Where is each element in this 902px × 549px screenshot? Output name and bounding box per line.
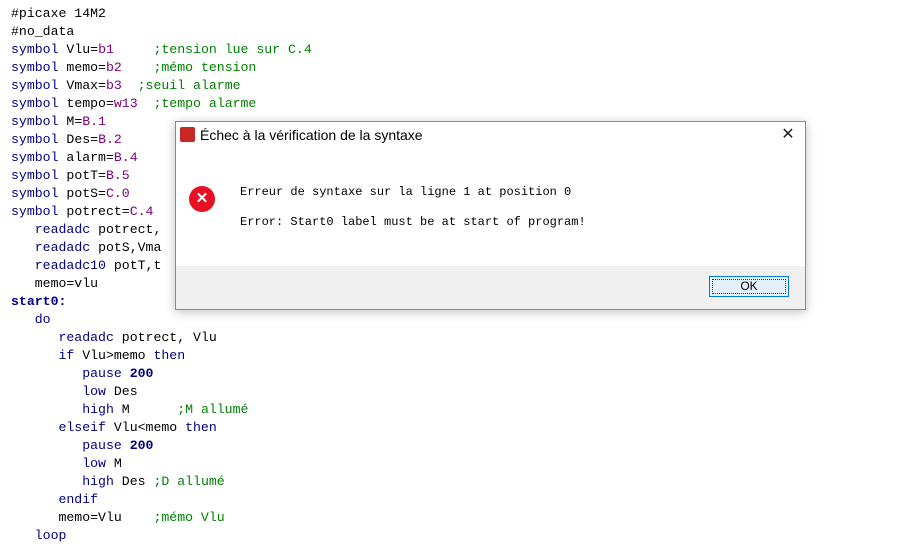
- code-line[interactable]: readadc potrect, Vlu: [11, 329, 216, 347]
- code-line[interactable]: #no_data: [11, 23, 74, 41]
- code-line[interactable]: symbol tempo=w13 ;tempo alarme: [11, 95, 256, 113]
- ok-button[interactable]: OK: [709, 276, 789, 297]
- code-line[interactable]: symbol Des=B.2: [11, 131, 122, 149]
- syntax-error-dialog: Échec à la vérification de la syntaxe ✕ …: [175, 121, 806, 310]
- code-line[interactable]: elseif Vlu<memo then: [11, 419, 216, 437]
- code-line[interactable]: low M: [11, 455, 122, 473]
- error-message-line-2: Error: Start0 label must be at start of …: [240, 215, 586, 229]
- dialog-title: Échec à la vérification de la syntaxe: [200, 127, 423, 143]
- code-line[interactable]: symbol M=B.1: [11, 113, 106, 131]
- close-icon[interactable]: ✕: [775, 124, 801, 146]
- error-icon: ✕: [189, 186, 215, 212]
- code-line[interactable]: memo=vlu: [11, 275, 98, 293]
- code-line[interactable]: readadc potS,Vma: [11, 239, 162, 257]
- code-line[interactable]: #picaxe 14M2: [11, 5, 106, 23]
- code-line[interactable]: memo=Vlu ;mémo Vlu: [11, 509, 224, 527]
- code-line[interactable]: readadc potrect,: [11, 221, 162, 239]
- code-line[interactable]: symbol memo=b2 ;mémo tension: [11, 59, 256, 77]
- code-line[interactable]: do: [11, 311, 51, 329]
- code-line[interactable]: symbol potS=C.0: [11, 185, 130, 203]
- code-line[interactable]: loop: [11, 527, 67, 545]
- app-icon: [180, 127, 195, 142]
- error-message-line-1: Erreur de syntaxe sur la ligne 1 at posi…: [240, 185, 572, 199]
- code-line[interactable]: symbol Vmax=b3 ;seuil alarme: [11, 77, 241, 95]
- code-line[interactable]: high M ;M allumé: [11, 401, 248, 419]
- dialog-footer: OK: [176, 266, 805, 309]
- code-line[interactable]: start0:: [11, 293, 66, 311]
- code-line[interactable]: readadc10 potT,t: [11, 257, 162, 275]
- code-line[interactable]: pause 200: [11, 437, 153, 455]
- code-line[interactable]: low Des: [11, 383, 137, 401]
- code-line[interactable]: pause 200: [11, 365, 153, 383]
- code-line[interactable]: symbol Vlu=b1 ;tension lue sur C.4: [11, 41, 312, 59]
- code-line[interactable]: endif: [11, 491, 98, 509]
- code-line[interactable]: symbol potrect=C.4: [11, 203, 153, 221]
- code-line[interactable]: symbol alarm=B.4: [11, 149, 138, 167]
- code-line[interactable]: if Vlu>memo then: [11, 347, 185, 365]
- code-line[interactable]: symbol potT=B.5: [11, 167, 130, 185]
- code-line[interactable]: high Des ;D allumé: [11, 473, 224, 491]
